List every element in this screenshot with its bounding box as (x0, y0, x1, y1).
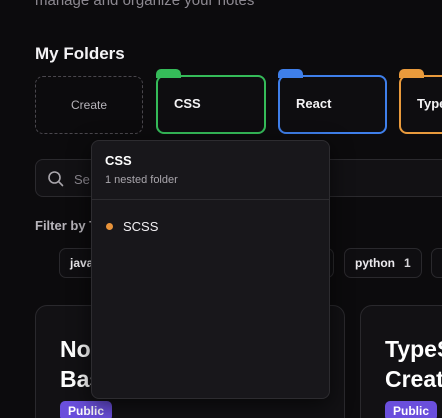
search-icon (48, 171, 64, 187)
popover-subtitle: 1 nested folder (105, 174, 178, 186)
visibility-badge: Public (385, 401, 438, 418)
note-title-line: Creat (385, 366, 442, 392)
note-title: TypeS Creat (385, 334, 442, 394)
popover-title: CSS (105, 153, 132, 168)
divider (92, 199, 329, 200)
note-title-line: TypeS (385, 336, 442, 362)
tag-label: python (355, 256, 395, 270)
filter-label: Filter by T (35, 218, 98, 233)
folder-typescript[interactable]: Type (399, 69, 442, 134)
folder-name: Type (417, 96, 442, 111)
folder-popover: CSS 1 nested folder SCSS (91, 140, 330, 399)
visibility-badge: Public (60, 401, 113, 418)
folder-tab (278, 69, 303, 78)
folder-css[interactable]: CSS (156, 69, 266, 134)
folder-name: CSS (174, 96, 201, 111)
nested-folder-name: SCSS (123, 218, 159, 234)
notes-page: manage and organize your notes My Folder… (0, 0, 442, 418)
tag-label: java (70, 256, 94, 270)
nested-folder-scss[interactable]: SCSS (106, 217, 158, 235)
folder-color-dot (106, 222, 113, 230)
page-subtitle: manage and organize your notes (35, 0, 255, 9)
tag-python[interactable]: python 1 (344, 248, 422, 278)
create-folder-button[interactable]: Create (35, 76, 143, 134)
folder-react[interactable]: React (278, 69, 387, 134)
folder-tab (399, 69, 424, 78)
note-card[interactable]: TypeS Creat Public (360, 305, 442, 418)
tag-count: 1 (404, 256, 411, 270)
create-folder-label: Create (70, 98, 108, 112)
tag-chip[interactable] (431, 248, 442, 278)
folders-title: My Folders (35, 44, 125, 63)
folder-name: React (296, 96, 332, 111)
folder-tab (156, 69, 181, 78)
